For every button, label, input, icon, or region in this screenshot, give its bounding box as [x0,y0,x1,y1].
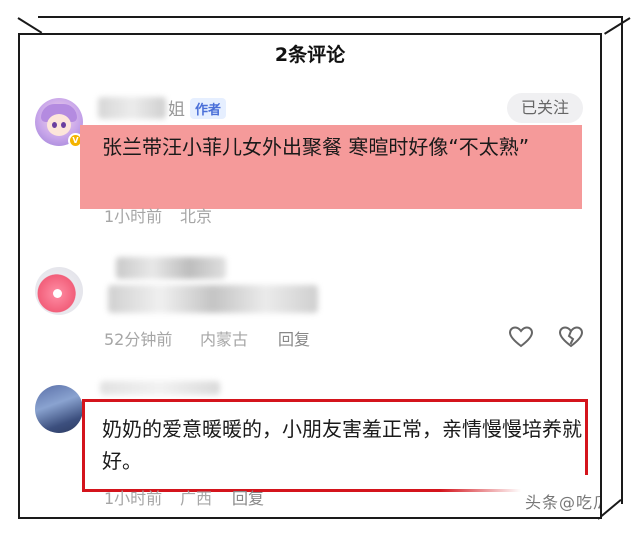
author-tag: 作者 [190,98,227,119]
reply-button[interactable]: 回复 [232,485,264,509]
heart-icon[interactable] [508,325,534,349]
comment-text: 奶奶的爱意暖暖的，小朋友害羞正常，亲情慢慢培养就好。 [102,417,582,473]
username-blurred[interactable] [98,97,166,119]
comment-text: 张兰带汪小菲儿女外出聚餐 寒暄时好像“不太熟” [102,135,530,159]
broken-heart-icon[interactable] [558,325,584,349]
comment-time: 1小时前 [104,207,163,226]
username-blurred[interactable] [100,381,220,395]
avatar[interactable] [35,267,83,315]
comment-location: 广西 [180,489,213,508]
frame-line-right [621,16,623,504]
avatar[interactable] [35,385,83,433]
username-blurred[interactable] [116,257,226,279]
reply-button[interactable]: 回复 [278,326,310,350]
username-tail[interactable]: 姐 [168,95,185,120]
comment-location: 北京 [180,207,213,226]
comment-location: 内蒙古 [200,330,249,349]
watermark: 头条@吃瓜小能手 [525,493,600,512]
frame-diagonal-left [17,17,43,34]
frame-diagonal-right [604,17,631,35]
frame-line-top [38,16,622,18]
comment-time: 1小时前 [104,489,163,508]
comment-time: 52分钟前 [104,330,173,349]
follow-button[interactable]: 已关注 [507,93,583,123]
comment-text-blurred [108,285,318,313]
panel-title: 2条评论 [274,44,346,66]
comment-panel: 2条评论 V 姐 作者 已关注 张兰带汪小菲儿女外出聚餐 寒暄时好像“不太熟” … [18,33,602,519]
